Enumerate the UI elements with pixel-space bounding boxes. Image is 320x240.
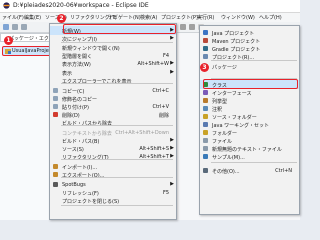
menu-item-label: プロジェクトを閉じる(S) bbox=[62, 198, 120, 205]
title-bar: D:¥pleiades2020-06¥workspace - Eclipse I… bbox=[0, 0, 300, 13]
menu-item-icon bbox=[53, 181, 58, 187]
submenu-item-icon bbox=[203, 137, 208, 143]
menu-run[interactable]: 実行(R) bbox=[197, 14, 214, 21]
new-icon[interactable] bbox=[3, 24, 9, 30]
menu-item-icon bbox=[53, 111, 58, 117]
menu-separator bbox=[61, 125, 173, 126]
window-title: D:¥pleiades2020-06¥workspace - Eclipse I… bbox=[13, 2, 149, 9]
submenu-item-icon bbox=[203, 89, 208, 95]
menu-project[interactable]: プロジェクト(P) bbox=[161, 14, 198, 21]
menu-window[interactable]: ウィンドウ(W) bbox=[221, 14, 255, 21]
menu-separator bbox=[61, 159, 173, 160]
menu-separator bbox=[211, 60, 297, 61]
menu-item-icon bbox=[53, 171, 58, 177]
step-badge-3: 3 bbox=[200, 63, 209, 72]
submenu-item-icon bbox=[203, 53, 208, 59]
submenu-item-icon bbox=[203, 121, 208, 127]
menu-separator bbox=[211, 162, 297, 163]
menu-separator bbox=[61, 205, 173, 206]
menu-search[interactable]: 検索(A) bbox=[140, 14, 157, 21]
menu-item-shortcut: Ctrl+Alt+Shift+Down bbox=[115, 129, 169, 136]
submenu-arrow-icon: ▶ bbox=[170, 137, 174, 143]
submenu-item-icon bbox=[203, 145, 208, 151]
menu-separator bbox=[61, 42, 173, 43]
submenu-item-icon bbox=[203, 113, 208, 119]
submenu-arrow-icon: ▶ bbox=[170, 145, 174, 151]
menu-item-shortcut: F5 bbox=[162, 189, 169, 196]
context-menu: 新規(W) ▶ 次にジャンプ(I) ▶ 新規ウィンドウで開く(N) 型階層を開く F4 表示方… bbox=[49, 23, 177, 220]
submenu-item-label: その他(O)... bbox=[212, 168, 240, 175]
navigate-forward-icon[interactable] bbox=[189, 24, 195, 30]
eclipse-logo-icon bbox=[3, 2, 10, 9]
menu-item-shortcut: Alt+Shift+S bbox=[139, 145, 169, 152]
submenu-item-label: サンプル(M)... bbox=[212, 154, 245, 161]
menu-item-icon bbox=[53, 103, 58, 109]
submenu-item-icon bbox=[203, 37, 208, 43]
menu-separator bbox=[61, 83, 173, 84]
submenu-arrow-icon: ▶ bbox=[170, 69, 174, 75]
submenu-item-shortcut: Ctrl+N bbox=[275, 167, 292, 174]
menu-item-shortcut: Alt+Shift+W bbox=[137, 60, 169, 67]
context-menu-item[interactable]: プロジェクトを閉じる(S) bbox=[50, 196, 176, 205]
menu-item-label: SpotBugs bbox=[62, 181, 86, 188]
submenu-item-icon bbox=[203, 153, 208, 159]
menu-item-icon bbox=[53, 87, 58, 93]
step-badge-2: 2 bbox=[57, 14, 66, 23]
project-highlight bbox=[2, 46, 51, 56]
menu-separator bbox=[61, 177, 173, 178]
submenu-item-icon bbox=[203, 97, 208, 103]
menu-navigate[interactable]: ナビゲート(N) bbox=[108, 14, 141, 21]
menu-item-label: 表示方法(W) bbox=[62, 61, 91, 68]
submenu-arrow-icon: ▶ bbox=[170, 35, 174, 41]
navigate-back-icon[interactable] bbox=[180, 24, 186, 30]
submenu-item[interactable]: サンプル(M)... bbox=[200, 152, 299, 161]
menu-item-shortcut: F4 bbox=[162, 52, 169, 59]
menu-bar: ァイル(F) 編集(E) ソース(S) リファクタリング(T) ナビゲート(N)… bbox=[0, 13, 300, 22]
context-menu-item[interactable]: 表示方法(W) Alt+Shift+W ▶ bbox=[50, 59, 176, 68]
class-item-highlight bbox=[203, 79, 298, 89]
menu-item-icon bbox=[53, 163, 58, 169]
submenu-item-icon bbox=[203, 167, 208, 173]
submenu-item-icon bbox=[203, 29, 208, 35]
new-submenu: Java プロジェクト Maven プロジェクト Gradle プロジェクト プロジェ… bbox=[199, 25, 300, 215]
menu-edit[interactable]: 編集(E) bbox=[24, 14, 41, 21]
new-item-highlight bbox=[63, 24, 176, 34]
submenu-item-label: パッケージ bbox=[212, 64, 237, 71]
submenu-arrow-icon: ▶ bbox=[170, 181, 174, 187]
menu-help[interactable]: ヘルプ(H) bbox=[259, 14, 282, 21]
menu-item-shortcut: Ctrl+C bbox=[152, 87, 169, 94]
submenu-item-icon bbox=[203, 105, 208, 111]
submenu-item-icon bbox=[203, 129, 208, 135]
save-all-icon[interactable] bbox=[21, 24, 27, 30]
submenu-item[interactable]: パッケージ bbox=[200, 62, 299, 71]
submenu-item-icon bbox=[203, 45, 208, 51]
submenu-item[interactable]: その他(O)... Ctrl+N bbox=[200, 166, 299, 175]
save-icon[interactable] bbox=[12, 24, 18, 30]
menu-item-shortcut: Ctrl+V bbox=[152, 103, 169, 110]
submenu-arrow-icon: ▶ bbox=[170, 60, 174, 66]
menu-item-icon bbox=[53, 95, 58, 101]
step-badge-1: 1 bbox=[4, 36, 13, 45]
menu-file[interactable]: ァイル(F) bbox=[2, 14, 24, 21]
